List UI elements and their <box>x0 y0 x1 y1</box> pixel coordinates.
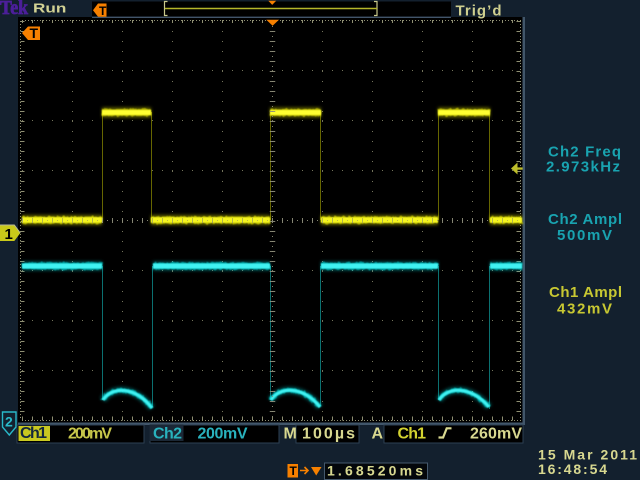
svg-text:500mV: 500mV <box>557 227 612 244</box>
svg-text:M: M <box>284 426 297 443</box>
svg-text:Trig’d: Trig’d <box>456 3 502 20</box>
svg-text:200mV: 200mV <box>198 426 248 443</box>
svg-text:Run: Run <box>33 1 66 16</box>
svg-text:Ch2 Ampl: Ch2 Ampl <box>548 211 622 228</box>
svg-text:A: A <box>372 426 384 443</box>
svg-text:2.973kHz: 2.973kHz <box>546 159 620 176</box>
svg-text:T: T <box>99 4 107 18</box>
svg-text:100µs: 100µs <box>302 426 355 443</box>
svg-text:432mV: 432mV <box>557 301 612 318</box>
svg-text:Ch1: Ch1 <box>20 425 47 442</box>
svg-text:200mV: 200mV <box>68 426 112 443</box>
svg-text:Ch2: Ch2 <box>153 426 182 443</box>
svg-text:T: T <box>290 464 298 478</box>
svg-text:2: 2 <box>5 414 13 430</box>
svg-text:T: T <box>30 25 39 41</box>
svg-text:Tek: Tek <box>0 0 29 19</box>
svg-text:16:48:54: 16:48:54 <box>538 461 607 477</box>
svg-text:Ch1 Ampl: Ch1 Ampl <box>549 284 622 301</box>
svg-text:260mV: 260mV <box>470 426 522 443</box>
svg-text:Ch1: Ch1 <box>398 426 427 443</box>
svg-text:1: 1 <box>5 226 13 243</box>
